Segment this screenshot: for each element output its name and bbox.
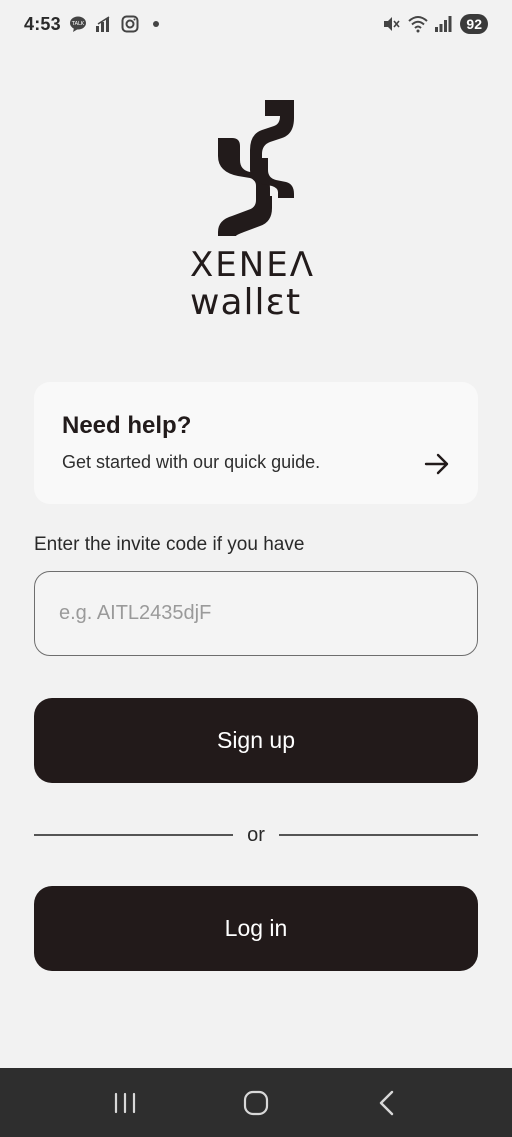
status-bar-right: 92 bbox=[382, 14, 488, 34]
talk-icon: TALK bbox=[69, 15, 87, 33]
divider-or-text: or bbox=[247, 823, 265, 846]
app-logo: XENEΛ wallɛt bbox=[0, 96, 512, 326]
recent-apps-icon[interactable] bbox=[95, 1073, 155, 1133]
arrow-right-icon[interactable] bbox=[424, 452, 450, 481]
logo-line-wallet: wallɛt bbox=[190, 282, 302, 323]
log-in-button[interactable]: Log in bbox=[34, 886, 478, 971]
status-time: 4:53 bbox=[24, 13, 61, 34]
divider-line-left bbox=[34, 834, 234, 836]
invite-code-input[interactable] bbox=[34, 571, 478, 656]
divider-line-right bbox=[278, 834, 479, 836]
status-bar: 4:53 TALK 92 bbox=[0, 0, 512, 48]
battery-level: 92 bbox=[460, 14, 488, 34]
svg-text:TALK: TALK bbox=[71, 21, 85, 27]
help-card-subtitle: Get started with our quick guide. bbox=[62, 452, 321, 472]
notification-dot bbox=[152, 21, 159, 27]
wifi-icon bbox=[408, 15, 429, 33]
help-card-title: Need help? bbox=[62, 412, 192, 439]
mute-icon bbox=[382, 15, 401, 33]
instagram-icon bbox=[121, 15, 139, 33]
help-card[interactable]: Need help? Get started with our quick gu… bbox=[34, 382, 478, 504]
home-icon[interactable] bbox=[226, 1073, 286, 1133]
signal-activity-icon bbox=[95, 15, 113, 33]
or-divider: or bbox=[34, 820, 479, 850]
logo-wordmark: XENEΛ wallɛt bbox=[190, 246, 330, 322]
status-bar-left: 4:53 TALK bbox=[24, 14, 159, 35]
invite-code-label: Enter the invite code if you have bbox=[34, 534, 305, 555]
xenea-logo-icon bbox=[218, 100, 294, 236]
system-nav-bar bbox=[0, 1068, 512, 1137]
back-icon[interactable] bbox=[357, 1073, 417, 1133]
cell-signal-icon bbox=[434, 15, 452, 33]
logo-line-xenea: XENEΛ bbox=[190, 245, 315, 285]
sign-up-button[interactable]: Sign up bbox=[34, 698, 478, 783]
